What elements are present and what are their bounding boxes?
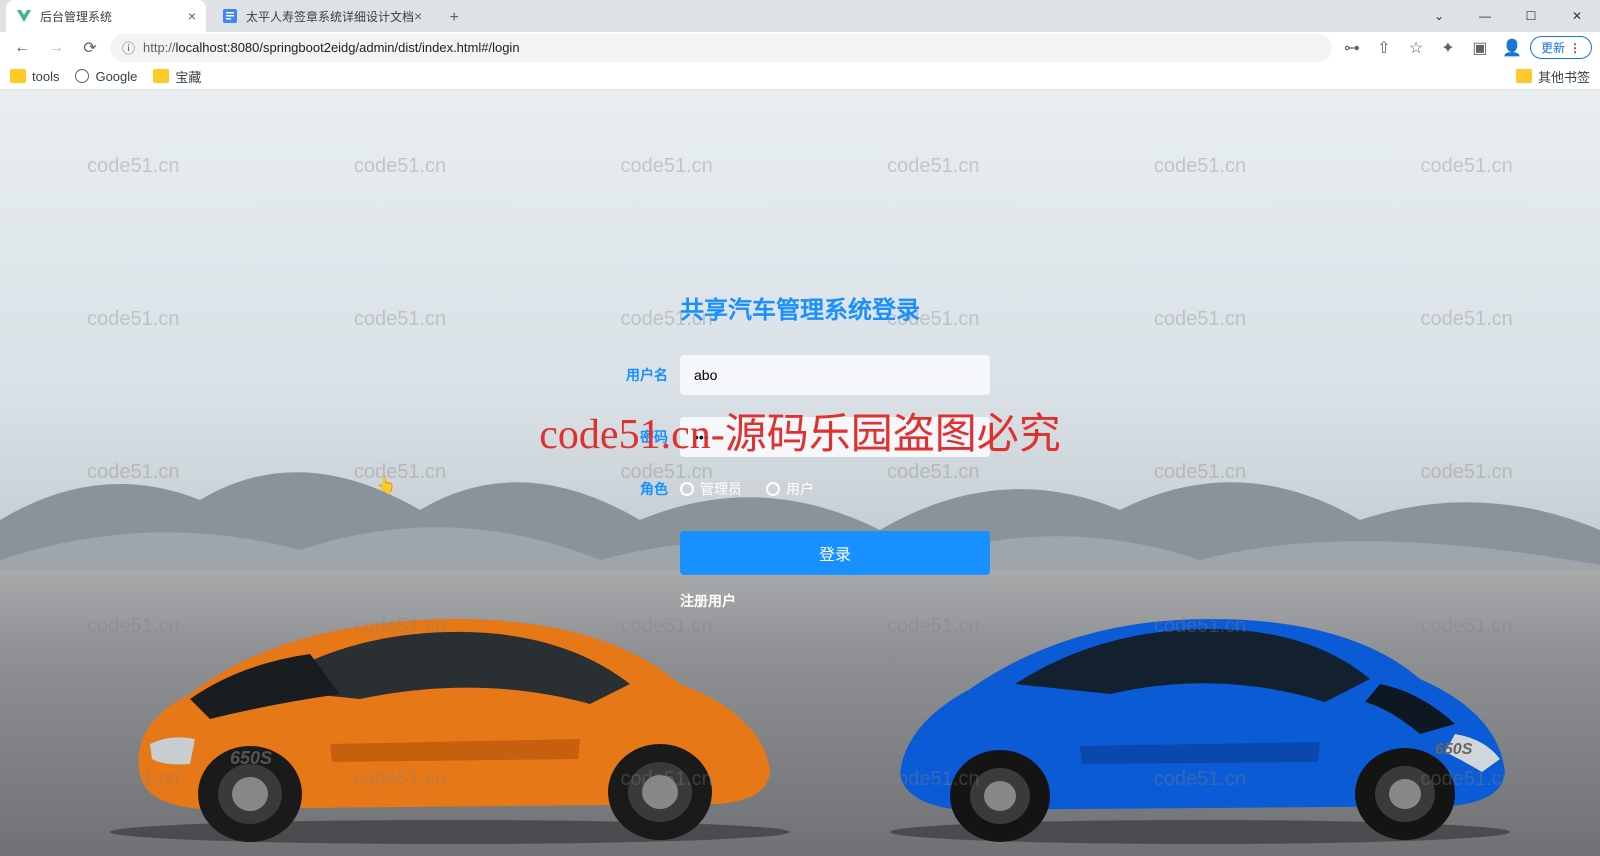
address-bar: ← → ⟳ ⓘ http://localhost:8080/springboot… (0, 32, 1600, 64)
reload-button[interactable]: ⟳ (76, 34, 104, 62)
bookmark-other[interactable]: 其他书签 (1516, 67, 1590, 86)
tab-active[interactable]: 后台管理系统 × (6, 0, 206, 32)
car-blue-image: 650S (860, 574, 1540, 844)
url-prefix: http:// (143, 40, 176, 55)
bookmark-treasure[interactable]: 宝藏 (153, 67, 201, 86)
tab-title: 后台管理系统 (40, 8, 112, 25)
pointer-cursor-icon: 👆 (376, 475, 396, 495)
info-icon: ⓘ (122, 38, 135, 57)
password-row: 密码 (610, 417, 990, 457)
doc-icon (222, 8, 238, 24)
bookmark-google[interactable]: Google (75, 69, 137, 84)
tab-title: 太平人寿签章系统详细设计文档 (246, 8, 414, 25)
share-icon[interactable]: ⇧ (1370, 34, 1398, 62)
folder-icon (1516, 69, 1532, 83)
role-label: 角色 (610, 479, 680, 499)
close-icon[interactable]: × (414, 8, 422, 24)
close-icon[interactable]: × (188, 8, 196, 24)
login-button[interactable]: 登录 (680, 531, 990, 575)
role-admin-option[interactable]: 管理员 (680, 479, 742, 499)
tab-strip: 后台管理系统 × 太平人寿签章系统详细设计文档 × + ⌄ — ☐ ✕ (0, 0, 1600, 32)
folder-icon (10, 69, 26, 83)
window-controls: ⌄ — ☐ ✕ (1416, 0, 1600, 32)
menu-icon: ⋮ (1569, 41, 1581, 55)
url-text: localhost:8080/springboot2eidg/admin/dis… (176, 40, 520, 55)
login-title: 共享汽车管理系统登录 (610, 290, 990, 325)
browser-chrome: 后台管理系统 × 太平人寿签章系统详细设计文档 × + ⌄ — ☐ ✕ ← → … (0, 0, 1600, 90)
vue-icon (16, 8, 32, 24)
new-tab-button[interactable]: + (440, 4, 468, 32)
url-input[interactable]: ⓘ http://localhost:8080/springboot2eidg/… (110, 34, 1332, 62)
star-icon[interactable]: ☆ (1402, 34, 1430, 62)
radio-icon (766, 482, 780, 496)
bookmark-tools[interactable]: tools (10, 69, 59, 84)
extensions-icon[interactable]: ✦ (1434, 34, 1462, 62)
username-label: 用户名 (610, 365, 680, 385)
tab-inactive[interactable]: 太平人寿签章系统详细设计文档 × (212, 0, 432, 32)
role-row: 角色 管理员 用户 (610, 479, 990, 499)
login-form: 共享汽车管理系统登录 用户名 密码 角色 管理员 用户 登录 注册用 (610, 290, 990, 611)
role-user-option[interactable]: 用户 (766, 479, 814, 499)
radio-icon (680, 482, 694, 496)
profile-icon[interactable]: 👤 (1498, 34, 1526, 62)
sidepanel-icon[interactable]: ▣ (1466, 34, 1494, 62)
maximize-button[interactable]: ☐ (1508, 0, 1554, 32)
update-button[interactable]: 更新 ⋮ (1530, 36, 1592, 59)
key-icon[interactable]: ⊶ (1338, 34, 1366, 62)
register-link[interactable]: 注册用户 (680, 591, 990, 611)
page-content: 650S 650S code51.cncode51.cncode51.cncod… (0, 90, 1600, 856)
back-button[interactable]: ← (8, 34, 36, 62)
username-row: 用户名 (610, 355, 990, 395)
bookmarks-bar: tools Google 宝藏 其他书签 (0, 64, 1600, 90)
role-radio-group: 管理员 用户 (680, 479, 990, 499)
forward-button[interactable]: → (42, 34, 70, 62)
toolbar-right: ⊶ ⇧ ☆ ✦ ▣ 👤 更新 ⋮ (1338, 34, 1592, 62)
folder-icon (153, 69, 169, 83)
chevron-down-icon[interactable]: ⌄ (1416, 0, 1462, 32)
svg-text:650S: 650S (1435, 741, 1473, 758)
password-label: 密码 (610, 427, 680, 447)
svg-text:650S: 650S (230, 748, 272, 768)
username-input[interactable] (680, 355, 990, 395)
minimize-button[interactable]: — (1462, 0, 1508, 32)
close-button[interactable]: ✕ (1554, 0, 1600, 32)
password-input[interactable] (680, 417, 990, 457)
globe-icon (75, 69, 89, 83)
